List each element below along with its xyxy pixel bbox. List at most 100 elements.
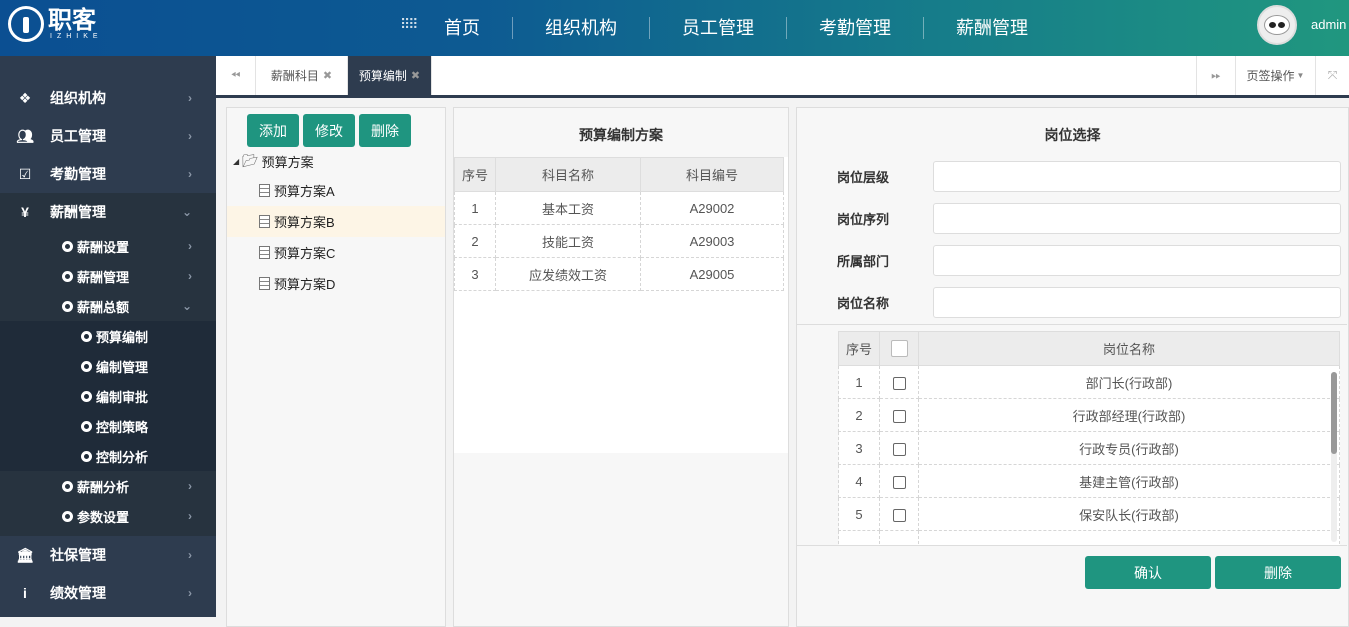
tab-scroll-right-icon[interactable]: ⏩︎	[1196, 56, 1236, 95]
position-delete-button[interactable]: 删除	[1215, 556, 1341, 589]
edit-button[interactable]: 修改	[303, 114, 355, 147]
chevron-right-icon: ›	[188, 586, 192, 600]
caret-expanded-icon: ◢	[233, 156, 240, 166]
chevron-right-icon: ›	[188, 548, 192, 562]
sidebar-item-attendance[interactable]: ☑ 考勤管理 ›	[0, 155, 216, 193]
tree-node-selected[interactable]: 预算方案B	[227, 206, 445, 237]
level-input[interactable]	[933, 161, 1341, 192]
nav-employee[interactable]: 员工管理	[649, 17, 786, 39]
sidebar-item-performance[interactable]: i 绩效管理 ›	[0, 574, 216, 612]
cell: 应发绩效工资	[495, 257, 641, 291]
nav-attendance[interactable]: 考勤管理	[786, 17, 923, 39]
table-row[interactable]: 1 部门长(行政部)	[838, 365, 1340, 399]
field-label: 岗位层级	[837, 170, 890, 185]
table-row[interactable]: 3 应发绩效工资 A29005	[454, 257, 784, 291]
yen-icon: ¥	[21, 204, 29, 220]
sidebar-label: 绩效管理	[50, 585, 106, 601]
tab-budget[interactable]: 预算编制 ✖	[348, 56, 432, 95]
table-row[interactable]: 5 保安队长(行政部)	[838, 497, 1340, 531]
sidebar-sub-salary-manage[interactable]: 薪酬管理 ›	[0, 261, 216, 291]
row-checkbox[interactable]	[892, 508, 906, 522]
sidebar-sub2-budget[interactable]: 预算编制	[0, 321, 216, 351]
sidebar-sub-salary-total[interactable]: 薪酬总额 ⌄	[0, 291, 216, 321]
top-header: 职客 IZHIKE ⠿⠿ 首页 组织机构 员工管理 考勤管理 薪酬管理 admin	[0, 0, 1349, 56]
tab-scroll-left-icon[interactable]: ⏪︎	[216, 56, 256, 95]
tab-label: 薪酬科目	[270, 69, 319, 83]
scrollbar-thumb[interactable]	[1331, 372, 1337, 454]
nav-organization[interactable]: 组织机构	[512, 17, 649, 39]
cell: 4	[838, 464, 880, 498]
tree-node[interactable]: 预算方案C	[227, 237, 445, 268]
logo[interactable]: 职客 IZHIKE	[8, 6, 103, 42]
circle-icon	[81, 420, 92, 432]
sidebar-sub2-strategy[interactable]: 控制策略	[0, 411, 216, 441]
sequence-field: 岗位序列	[837, 203, 1341, 234]
nav-home[interactable]: 首页	[412, 17, 512, 39]
sequence-input[interactable]	[933, 203, 1341, 234]
circle-icon	[62, 270, 73, 282]
tree-node-label: 预算方案B	[274, 215, 335, 230]
users-icon: 👥︎	[16, 127, 34, 144]
tab-salary-subject[interactable]: 薪酬科目 ✖	[256, 56, 348, 95]
avatar[interactable]	[1257, 5, 1297, 45]
sidebar-item-employee[interactable]: 👥︎ 员工管理 ›	[0, 117, 216, 155]
tree-root-label: 预算方案	[261, 154, 314, 170]
tree-node[interactable]: 预算方案D	[227, 268, 445, 299]
scrollbar[interactable]	[1331, 372, 1337, 542]
col-header: 序号	[454, 157, 496, 192]
table-row[interactable]: 2 行政部经理(行政部)	[838, 398, 1340, 432]
circle-icon	[62, 300, 73, 312]
cell: 1	[454, 191, 496, 225]
sidebar-label: 薪酬分析	[77, 479, 130, 495]
row-checkbox[interactable]	[892, 475, 906, 489]
circle-icon	[81, 360, 92, 372]
department-input[interactable]	[933, 245, 1341, 276]
sidebar-item-organization[interactable]: ❖ 组织机构 ›	[0, 79, 216, 117]
field-label: 岗位序列	[837, 212, 890, 227]
sidebar-item-salary[interactable]: ¥ 薪酬管理 ⌄	[0, 193, 216, 231]
table-row[interactable]: 3 行政专员(行政部)	[838, 431, 1340, 465]
table-row[interactable]: 4 基建主管(行政部)	[838, 464, 1340, 498]
close-icon[interactable]: ✖	[411, 69, 420, 82]
sidebar-sub-params[interactable]: 参数设置 ›	[0, 501, 216, 531]
check-square-icon: ☑	[18, 165, 32, 182]
delete-button[interactable]: 删除	[359, 114, 411, 147]
fullscreen-icon[interactable]: ⤧	[1316, 56, 1349, 95]
sidebar-sub2-analysis[interactable]: 控制分析	[0, 441, 216, 471]
row-checkbox[interactable]	[892, 376, 906, 390]
tree-node[interactable]: 预算方案A	[227, 175, 445, 206]
close-icon[interactable]: ✖	[323, 69, 332, 82]
sidebar-sub-salary-analysis[interactable]: 薪酬分析 ›	[0, 471, 216, 501]
tab-operations-dropdown[interactable]: 页签操作 ▼	[1236, 56, 1316, 95]
tab-bar: ⏪︎ 薪酬科目 ✖ 预算编制 ✖ ⏩︎ 页签操作 ▼ ⤧	[216, 56, 1349, 98]
table-row[interactable]: 1 基本工资 A29002	[454, 191, 784, 225]
cell: 5	[838, 497, 880, 531]
budget-table: 序号 科目名称 科目编号 1 基本工资 A29002 2 技能工资 A29003 3 应发绩效…	[454, 157, 784, 291]
sidebar-sub2-approve[interactable]: 编制审批	[0, 381, 216, 411]
circle-icon	[62, 240, 73, 252]
nav-salary[interactable]: 薪酬管理	[923, 17, 1060, 39]
row-checkbox[interactable]	[892, 442, 906, 456]
sidebar-label: 社保管理	[50, 547, 106, 563]
name-input[interactable]	[933, 287, 1341, 318]
circle-icon	[62, 510, 73, 522]
tree-root[interactable]: ◢ 📂︎ 预算方案	[227, 147, 445, 175]
sidebar-sub2-manage[interactable]: 编制管理	[0, 351, 216, 381]
username[interactable]: admin	[1311, 17, 1346, 32]
sidebar-label: 参数设置	[77, 509, 130, 525]
col-header: 序号	[838, 331, 880, 366]
info-icon: i	[23, 585, 27, 601]
position-panel: 岗位选择 岗位层级 岗位序列 所属部门 岗位名称 序号 岗位名称 1 部门长(行政部…	[796, 107, 1349, 627]
confirm-button[interactable]: 确认	[1085, 556, 1211, 589]
sidebar-sub-salary-settings[interactable]: 薪酬设置 ›	[0, 231, 216, 261]
table-row[interactable]: 2 技能工资 A29003	[454, 224, 784, 258]
chevron-right-icon: ›	[188, 91, 192, 105]
select-all-checkbox[interactable]	[890, 340, 908, 358]
sidebar-item-social-security[interactable]: 🏛︎ 社保管理 ›	[0, 536, 216, 574]
cell: A29003	[640, 224, 784, 258]
sidebar-label: 员工管理	[50, 128, 106, 144]
add-button[interactable]: 添加	[247, 114, 299, 147]
cell: 部门长(行政部)	[918, 365, 1340, 399]
row-checkbox[interactable]	[892, 409, 906, 423]
sitemap-icon: ❖	[18, 89, 32, 106]
